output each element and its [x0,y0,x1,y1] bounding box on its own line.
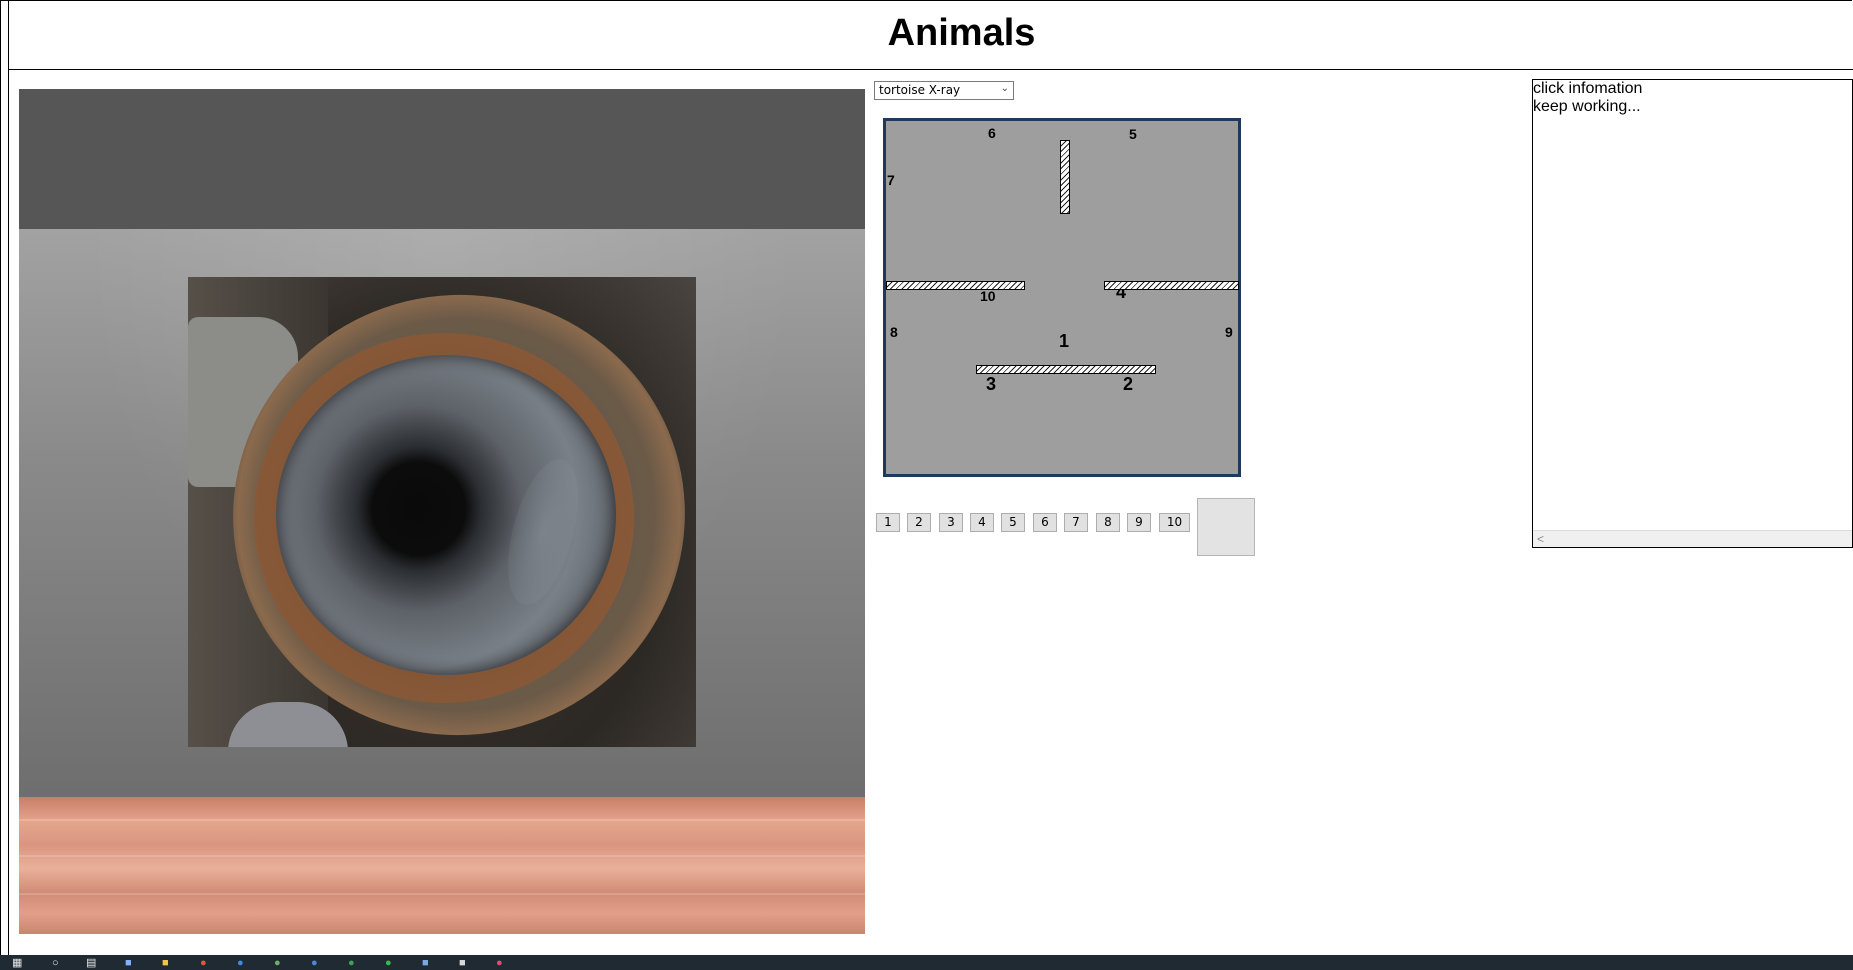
horizontal-scrollbar[interactable]: < [1533,530,1852,547]
folder-icon[interactable]: ■ [162,957,169,970]
room-button-4[interactable]: 4 [970,513,994,532]
exhibit-image[interactable] [188,277,696,747]
room-label-1[interactable]: 1 [1059,332,1069,350]
title-divider [9,69,1853,70]
windows-start-icon[interactable]: ▦ [12,957,22,970]
app-icon[interactable]: ● [348,957,355,970]
floor-grain [19,893,865,895]
room-button-10[interactable]: 10 [1159,513,1190,532]
scroll-left-icon[interactable]: < [1537,532,1544,546]
room-label-7[interactable]: 7 [887,173,895,187]
room-label-6[interactable]: 6 [988,126,996,140]
app-icon[interactable]: ● [274,957,281,970]
file-icon[interactable]: ■ [125,957,132,970]
room-button-3[interactable]: 3 [939,513,963,532]
map-wall [886,281,1025,290]
3d-viewer[interactable] [19,89,865,934]
notepad-icon[interactable]: ■ [459,957,466,970]
room-button-2[interactable]: 2 [907,513,931,532]
task-view-icon[interactable]: ▤ [86,957,96,970]
chrome-icon[interactable]: ● [200,957,207,970]
room-label-9[interactable]: 9 [1225,325,1233,339]
floor-plan-map[interactable]: 6 5 7 10 4 8 1 9 3 2 [883,118,1241,477]
search-icon[interactable]: ○ [52,957,59,970]
room-button-7[interactable]: 7 [1064,513,1088,532]
floor-grain [19,855,865,857]
map-wall [1060,140,1070,214]
info-line: keep working... [1533,98,1641,115]
floor-grain [19,819,865,821]
room-button-9[interactable]: 9 [1127,513,1151,532]
chevron-down-icon: ⌄ [1000,83,1009,94]
preview-box [1197,498,1255,556]
app-icon[interactable]: ● [311,957,318,970]
animal-select-value: tortoise X-ray [879,83,961,97]
info-panel[interactable]: click infomation keep working... < [1532,79,1853,548]
scene-floor [19,797,865,934]
room-button-6[interactable]: 6 [1033,513,1057,532]
room-label-5[interactable]: 5 [1129,127,1137,141]
room-button-8[interactable]: 8 [1096,513,1120,532]
edge-icon[interactable]: ● [237,957,244,970]
taskbar: ▦ ○ ▤ ■ ■ ● ● ● ● ● ● ■ ■ ● [0,955,1853,970]
room-button-1[interactable]: 1 [876,513,900,532]
room-label-2[interactable]: 2 [1123,375,1133,393]
app-icon[interactable]: ● [496,957,503,970]
animal-select[interactable]: tortoise X-ray ⌄ [874,81,1014,100]
map-wall [1104,281,1239,290]
room-button-5[interactable]: 5 [1001,513,1025,532]
room-label-8[interactable]: 8 [890,325,898,339]
scene-ceiling [19,89,865,229]
info-line: click infomation [1533,80,1643,97]
mail-icon[interactable]: ■ [422,957,429,970]
room-label-3[interactable]: 3 [986,375,996,393]
room-label-10[interactable]: 10 [980,289,996,303]
line-icon[interactable]: ● [385,957,392,970]
page-title: Animals [887,12,1036,54]
map-wall [976,365,1156,374]
